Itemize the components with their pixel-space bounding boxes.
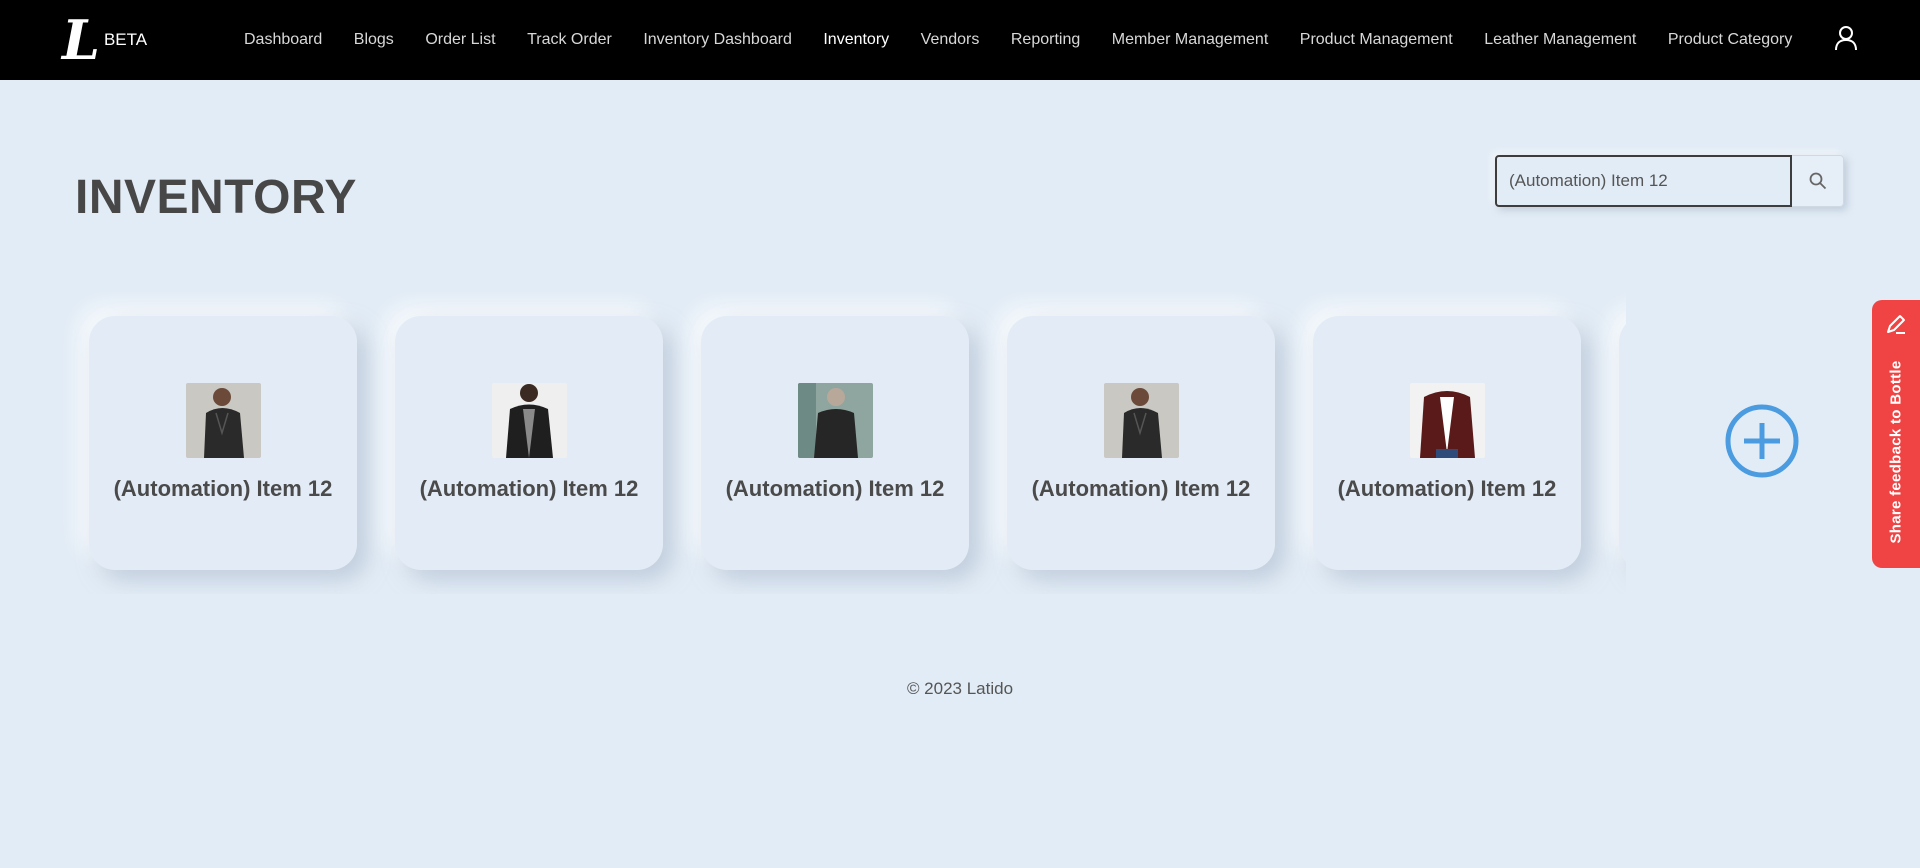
page-title: INVENTORY: [75, 171, 357, 224]
nav-item-dashboard[interactable]: Dashboard: [244, 31, 322, 49]
top-navbar: L BETA Dashboard Blogs Order List Track …: [0, 0, 1920, 80]
feedback-label: Share feedback to Bottle: [1887, 360, 1905, 544]
feedback-tab[interactable]: Share feedback to Bottle: [1872, 300, 1920, 568]
nav-item-reporting[interactable]: Reporting: [1011, 31, 1080, 49]
nav-item-inventory-dashboard[interactable]: Inventory Dashboard: [643, 31, 792, 49]
pencil-icon: [1887, 315, 1905, 334]
inventory-card[interactable]: (Automation) Item 12: [1007, 316, 1275, 570]
plus-circle-icon[interactable]: [1724, 403, 1800, 479]
search-bar: [1495, 155, 1844, 207]
footer-copyright: © 2023 Latido: [906, 679, 1014, 698]
beta-badge: BETA: [103, 30, 148, 49]
nav-item-product-management[interactable]: Product Management: [1300, 31, 1453, 49]
nav-item-product-category[interactable]: Product Category: [1668, 31, 1793, 49]
inventory-card[interactable]: (Automation) Item 12: [1313, 316, 1581, 570]
item-image: [185, 383, 261, 458]
nav-item-blogs[interactable]: Blogs: [354, 31, 394, 49]
item-image: [797, 383, 873, 458]
item-image: [491, 383, 567, 458]
nav-links: Dashboard Blogs Order List Track Order I…: [244, 0, 1824, 80]
inventory-card-partial[interactable]: [1619, 316, 1626, 570]
nav-item-leather-management[interactable]: Leather Management: [1484, 31, 1636, 49]
item-image: [1409, 383, 1485, 458]
search-input[interactable]: [1495, 155, 1792, 207]
inventory-card[interactable]: (Automation) Item 12: [701, 316, 969, 570]
inventory-card[interactable]: (Automation) Item 12: [395, 316, 663, 570]
nav-item-inventory[interactable]: Inventory: [823, 31, 889, 49]
search-icon: [1809, 172, 1826, 190]
item-title: (Automation) Item 12: [725, 476, 945, 501]
user-icon[interactable]: [1834, 25, 1858, 51]
item-title: (Automation) Item 12: [1337, 476, 1557, 501]
item-title: (Automation) Item 12: [1031, 476, 1251, 501]
nav-item-vendors[interactable]: Vendors: [921, 31, 980, 49]
search-button[interactable]: [1792, 155, 1844, 207]
nav-item-member-management[interactable]: Member Management: [1112, 31, 1269, 49]
inventory-card[interactable]: (Automation) Item 12: [89, 316, 357, 570]
item-title: (Automation) Item 12: [113, 476, 333, 501]
inventory-card-list: (Automation) Item 12 (Automation) Item 1…: [60, 292, 1626, 594]
nav-item-track-order[interactable]: Track Order: [527, 31, 612, 49]
nav-item-order-list[interactable]: Order List: [425, 31, 495, 49]
brand-logo[interactable]: L BETA: [62, 12, 147, 68]
logo-letter: L: [62, 8, 100, 72]
item-title: (Automation) Item 12: [419, 476, 639, 501]
item-image: [1103, 383, 1179, 458]
